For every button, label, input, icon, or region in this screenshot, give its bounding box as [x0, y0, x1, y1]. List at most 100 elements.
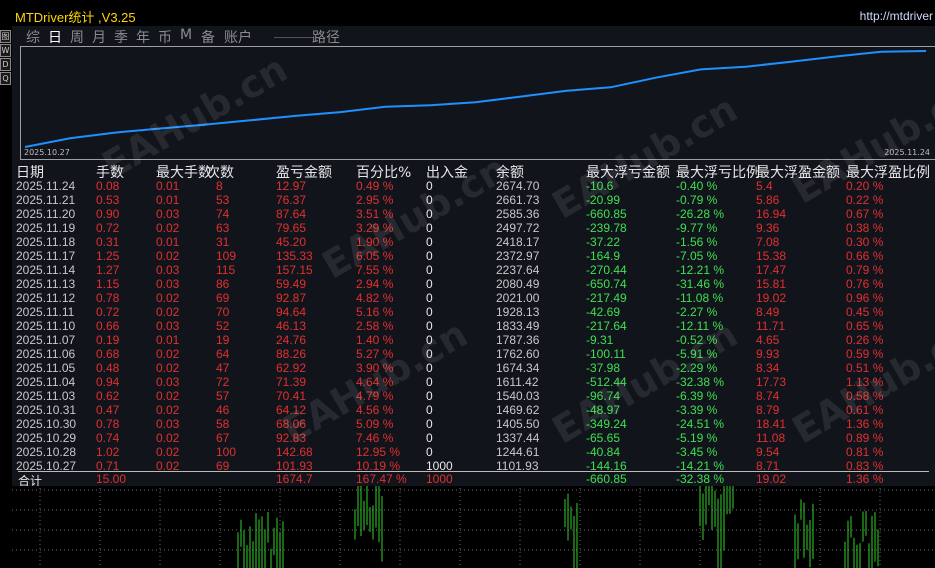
cell-max-float-loss-pct: -9.77 % — [676, 221, 718, 235]
cell-max-float-profit-pct: 0.30 % — [846, 235, 884, 249]
cell-max-float-loss-pct: -0.79 % — [676, 193, 718, 207]
cell-date: 2025.11.21 — [16, 193, 76, 207]
cell-max-float-loss: -270.44 — [586, 263, 627, 277]
cell-lots: 0.47 — [96, 403, 120, 417]
cell-date: 2025.11.07 — [16, 333, 76, 347]
cell-lots: 1.25 — [96, 249, 120, 263]
cell-deposit: 0 — [426, 277, 433, 291]
cell-lots: 0.48 — [96, 361, 120, 375]
table-row: 2025.11.05 0.48 0.02 47 62.92 3.90 % 0 1674.34-… — [12, 361, 935, 375]
cell-max-float-loss: -37.22 — [586, 235, 621, 249]
tab-yearly[interactable]: 年 — [136, 27, 150, 47]
cell-max-lots: 0.03 — [156, 375, 180, 389]
cell-max-lots: 0.02 — [156, 305, 180, 319]
cell-percent: 5.16 % — [356, 305, 394, 319]
cell-count: 64 — [216, 347, 230, 361]
tab-monthly[interactable]: 月 — [92, 27, 106, 47]
cell-max-float-loss-pct: -5.19 % — [676, 431, 718, 445]
cell-count: 19 — [216, 333, 230, 347]
cell-balance: 1540.03 — [496, 389, 540, 403]
tab-path[interactable]: 路径 — [312, 27, 340, 47]
cell-max-lots: 0.01 — [156, 333, 180, 347]
cell-count: 69 — [216, 291, 230, 305]
cell-max-float-profit: 7.08 — [756, 235, 780, 249]
cell-max-float-loss: -42.69 — [586, 305, 621, 319]
cell-lots: 0.68 — [96, 347, 120, 361]
cell-lots: 0.19 — [96, 333, 120, 347]
cell-max-float-profit: 8.79 — [756, 403, 780, 417]
cell-max-float-profit: 18.41 — [756, 417, 787, 431]
table-row: 2025.11.12 0.78 0.02 69 92.87 4.82 % 0 2021.00 -… — [12, 291, 935, 305]
cell-deposit: 0 — [426, 403, 433, 417]
cell-profit: 24.76 — [276, 333, 307, 347]
cell-count: 86 — [216, 277, 230, 291]
cell-deposit: 0 — [426, 263, 433, 277]
cell-max-float-loss-pct: -11.08 % — [676, 291, 724, 305]
cell-lots: 1.02 — [96, 445, 120, 459]
cell-profit: 87.64 — [276, 207, 307, 221]
tab-summary[interactable]: 综 — [26, 27, 40, 47]
tab-daily[interactable]: 日 — [48, 27, 62, 47]
cell-lots: 0.72 — [96, 305, 120, 319]
cell-lots: 0.78 — [96, 291, 120, 305]
cell-max-float-loss-pct: -31.46 % — [676, 277, 725, 291]
tab-quarterly[interactable]: 季 — [114, 27, 128, 47]
table-row: 2025.11.17 1.25 0.02 109 135.33 6.05 % 0 2372.9… — [12, 249, 935, 263]
side-button-2[interactable]: W — [0, 44, 11, 57]
cell-max-lots: 0.03 — [156, 417, 180, 431]
cell-lots: 0.62 — [96, 389, 120, 403]
cell-lots: 0.66 — [96, 319, 120, 333]
cell-count: 47 — [216, 361, 230, 375]
cell-count: 52 — [216, 319, 230, 333]
cell-max-float-profit: 11.71 — [756, 319, 786, 333]
cell-max-float-profit: 11.08 — [756, 431, 786, 445]
cell-max-lots: 0.01 — [156, 235, 180, 249]
side-button-3[interactable]: D — [0, 58, 11, 71]
cell-count: 57 — [216, 389, 230, 403]
cell-max-float-loss-pct: -3.39 % — [676, 403, 718, 417]
tab-weekly[interactable]: 周 — [70, 27, 84, 47]
cell-lots: 0.94 — [96, 375, 120, 389]
cell-deposit: 0 — [426, 249, 433, 263]
cell-balance: 1787.36 — [496, 333, 540, 347]
cell-date: 2025.11.13 — [16, 277, 76, 291]
cell-deposit: 0 — [426, 389, 433, 403]
cell-count: 72 — [216, 375, 230, 389]
cell-max-lots: 0.01 — [156, 179, 180, 193]
cell-profit: 94.64 — [276, 305, 307, 319]
cell-max-float-profit-pct: 0.38 % — [846, 221, 884, 235]
cell-date: 2025.11.12 — [16, 291, 76, 305]
cell-max-float-profit-pct: 0.59 % — [846, 347, 884, 361]
website-link[interactable]: http://mtdriver — [860, 9, 933, 23]
cell-max-float-profit: 5.4 — [756, 179, 773, 193]
cell-max-float-profit: 8.74 — [756, 389, 780, 403]
side-button-4[interactable]: Q — [0, 72, 11, 85]
cell-max-float-loss: -40.84 — [586, 445, 621, 459]
cell-lots: 0.53 — [96, 193, 120, 207]
cell-max-lots: 0.03 — [156, 263, 180, 277]
cell-max-float-profit-pct: 0.79 % — [846, 263, 884, 277]
cell-profit: 92.87 — [276, 291, 307, 305]
table-row: 2025.11.07 0.19 0.01 19 24.76 1.40 % 0 1787.36-… — [12, 333, 935, 347]
cell-max-float-loss-pct: -24.51 % — [676, 417, 725, 431]
tab-magic[interactable]: M — [180, 27, 192, 43]
tab-currency[interactable]: 币 — [158, 27, 172, 47]
side-button-1[interactable]: 图 — [0, 30, 11, 43]
cell-max-float-loss: -164.9 — [586, 249, 621, 263]
table-row: 2025.11.11 0.72 0.02 70 94.64 5.16 % 0 1928.13 -… — [12, 305, 935, 319]
cell-max-float-profit: 5.86 — [756, 193, 780, 207]
table-row: 2025.11.20 0.90 0.03 74 87.64 3.51 % 0 2585.36-… — [12, 207, 935, 221]
cell-balance: 2237.64 — [496, 263, 540, 277]
tab-account[interactable]: 账户 — [224, 27, 252, 47]
cell-max-float-loss: -217.64 — [586, 319, 627, 333]
panel-title: MTDriver统计 ,V3.25 — [15, 10, 136, 25]
cell-max-float-profit: 16.94 — [756, 207, 787, 221]
cell-date: 2025.10.31 — [16, 403, 77, 417]
cell-count: 46 — [216, 403, 230, 417]
cell-max-float-profit: 9.54 — [756, 445, 780, 459]
cell-profit: 135.33 — [276, 249, 313, 263]
table-row: 2025.11.03 0.62 0.02 57 70.41 4.79 % 0 1540.03-… — [12, 389, 935, 403]
tab-notes[interactable]: 备 — [201, 27, 215, 47]
cell-balance: 2661.73 — [496, 193, 540, 207]
cell-count: 58 — [216, 417, 230, 431]
